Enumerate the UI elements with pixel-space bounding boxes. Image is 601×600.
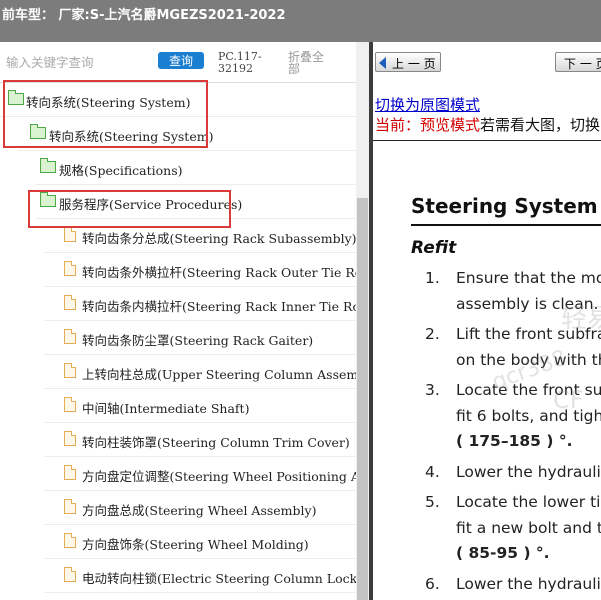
- document-icon: [64, 533, 76, 548]
- step-line: Lower the hydraulic: [456, 463, 601, 481]
- prev-page-button[interactable]: 上 一 页: [375, 52, 441, 72]
- document-icon: [64, 567, 76, 582]
- step-line: fit 6 bolts, and tigh: [456, 406, 601, 425]
- tree-item-doc[interactable]: 方向盘定位调整(Steering Wheel Positioning Adju: [44, 456, 369, 491]
- tree-item-doc[interactable]: 上转向柱总成(Upper Steering Column Assembly): [44, 354, 369, 389]
- tree-item-label: 转向齿条外横拉杆(Steering Rack Outer Tie Rod): [82, 265, 369, 280]
- left-panel: 查询 PC.117-32192 折叠全部 转向系统(Steering Syste…: [0, 42, 369, 600]
- tree-item-doc[interactable]: 转向齿条内横拉杆(Steering Rack Inner Tie Rod): [44, 286, 369, 321]
- tree-item-label: 转向柱装饰罩(Steering Column Trim Cover): [82, 435, 350, 450]
- tree-view: 转向系统(Steering System) 转向系统(Steering Syst…: [0, 80, 369, 600]
- tree-item-doc[interactable]: 转向柱装饰罩(Steering Column Trim Cover): [44, 422, 356, 457]
- tree-item-specifications[interactable]: 规格(Specifications): [36, 150, 356, 185]
- vehicle-title: 前车型： 厂家:S-上汽名爵MGEZS2021-2022: [2, 8, 286, 23]
- step-number: 6.: [425, 575, 440, 593]
- viewer-toolbar: 上 一 页 下 一 页: [373, 42, 601, 82]
- preview-hint: 若需看大图，切换: [480, 116, 601, 134]
- arrow-left-icon: [379, 57, 386, 69]
- switch-original-mode-link[interactable]: 切换为原图模式: [375, 94, 480, 115]
- tree-item-label: 电动转向柱锁(Electric Steering Column Lock): [82, 571, 363, 586]
- highlight-box: [28, 190, 231, 228]
- step-text: Ensure that the mou assembly is clean.: [456, 266, 601, 317]
- step-number: 1.: [425, 269, 440, 287]
- tree-item-label: 转向齿条防尘罩(Steering Rack Gaiter): [82, 333, 314, 348]
- step-line: assembly is clean.: [456, 294, 599, 313]
- tree-item-label: 上转向柱总成(Upper Steering Column Assembly): [82, 367, 369, 382]
- tree-item-doc[interactable]: 转向齿条外横拉杆(Steering Rack Outer Tie Rod): [44, 252, 369, 287]
- folder-icon: [40, 158, 56, 173]
- step-line: fit a new bolt and t: [456, 518, 601, 537]
- tree-item-doc[interactable]: 转向齿条防尘罩(Steering Rack Gaiter): [44, 320, 356, 355]
- document-icon: [64, 465, 76, 480]
- tree-item-doc[interactable]: 电动转向柱锁(Electric Steering Column Lock): [44, 558, 362, 593]
- torque-value: ( 85-95 ) °.: [456, 544, 550, 562]
- document-icon: [64, 227, 76, 242]
- prev-page-label: 上 一 页: [392, 57, 436, 71]
- step-number: 5.: [425, 493, 440, 511]
- tree-item-label: 转向齿条分总成(Steering Rack Subassembly): [82, 231, 357, 246]
- step-number: 3.: [425, 381, 440, 399]
- step-text: Lower the hydraulic: [456, 460, 601, 486]
- next-page-button[interactable]: 下 一 页: [555, 52, 601, 72]
- next-page-label: 下 一 页: [564, 57, 601, 71]
- step-line: on the body with th: [456, 350, 601, 369]
- tree-item-label: 转向齿条内横拉杆(Steering Rack Inner Tie Rod): [82, 299, 369, 314]
- document-icon: [64, 499, 76, 514]
- step-text: Locate the front sub fit 6 bolts, and tig…: [456, 378, 601, 455]
- step-text: Lift the front subfra on the body with th: [456, 322, 601, 373]
- collapse-all-button[interactable]: 折叠全部: [288, 51, 334, 75]
- tree-item-doc[interactable]: 中间轴(Intermediate Shaft): [44, 388, 356, 423]
- tree-item-label: 中间轴(Intermediate Shaft): [82, 401, 250, 416]
- document-icon: [64, 295, 76, 310]
- section-heading: Refit: [411, 238, 457, 258]
- step-number: 2.: [425, 325, 440, 343]
- title-bar: 前车型： 厂家:S-上汽名爵MGEZS2021-2022: [0, 0, 601, 42]
- torque-value: ( 175–185 ) °.: [456, 432, 573, 450]
- manual-page: Steering System Refit 1. Ensure that the…: [373, 142, 601, 600]
- step-line: Lift the front subfra: [456, 325, 601, 343]
- current-mode-label: 当前：预览模式: [375, 116, 481, 134]
- doc-title: Steering System: [411, 194, 598, 218]
- tree-item-label: 方向盘饰条(Steering Wheel Molding): [82, 537, 309, 552]
- search-bar: 查询 PC.117-32192 折叠全部: [0, 42, 369, 83]
- scrollbar-thumb[interactable]: [357, 198, 368, 600]
- document-icon: [64, 261, 76, 276]
- tree-item-label: 规格(Specifications): [59, 163, 183, 178]
- search-button[interactable]: 查询: [158, 52, 204, 69]
- step-line: Ensure that the mou: [456, 269, 601, 287]
- divider: [373, 140, 601, 141]
- preview-mode-notice: 当前：预览模式若需看大图，切换: [375, 114, 600, 135]
- document-viewer: 上 一 页 下 一 页 切换为原图模式 当前：预览模式若需看大图，切换 Stee…: [373, 42, 601, 600]
- tree-item-doc[interactable]: 方向盘饰条(Steering Wheel Molding): [44, 524, 356, 559]
- tree-item-doc[interactable]: 方向盘总成(Steering Wheel Assembly): [44, 490, 356, 525]
- search-input[interactable]: [6, 52, 146, 72]
- step-line: Locate the lower tie: [456, 493, 601, 511]
- step-line: Locate the front sub: [456, 381, 601, 399]
- pc-code-label: PC.117-32192: [218, 50, 262, 75]
- step-text: Locate the lower tie fit a new bolt and t…: [456, 490, 601, 567]
- document-icon: [64, 431, 76, 446]
- step-text: Lower the hydraulic: [456, 572, 601, 598]
- highlight-box: [3, 80, 208, 148]
- document-icon: [64, 363, 76, 378]
- tree-item-label: 方向盘定位调整(Steering Wheel Positioning Adju: [82, 469, 369, 484]
- divider: [411, 224, 601, 226]
- document-icon: [64, 329, 76, 344]
- step-number: 4.: [425, 463, 440, 481]
- document-icon: [64, 397, 76, 412]
- tree-item-label: 方向盘总成(Steering Wheel Assembly): [82, 503, 317, 518]
- step-line: Lower the hydraulic: [456, 575, 601, 593]
